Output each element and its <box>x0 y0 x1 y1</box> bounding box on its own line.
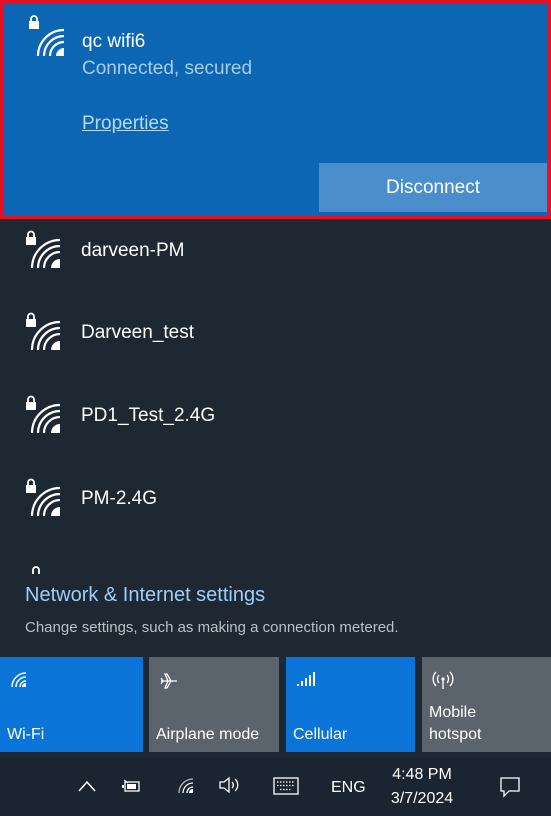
wifi-signal-icon <box>34 26 68 60</box>
clock-time: 4:48 PM <box>392 766 452 783</box>
hotspot-label-line1: Mobile <box>429 704 477 721</box>
wifi-icon <box>10 671 28 694</box>
secured-wifi-icon <box>22 312 66 357</box>
network-list-item[interactable]: darveen-PM <box>0 220 551 284</box>
keyboard-icon[interactable] <box>273 777 299 800</box>
network-list-item[interactable]: Darveen_test <box>0 302 551 366</box>
wifi-icon[interactable] <box>177 777 195 800</box>
mobile-hotspot-tile[interactable]: Mobile hotspot <box>422 657 551 752</box>
connected-network-card[interactable]: qc wifi6 Connected, secured Properties D… <box>0 0 551 219</box>
network-list-item[interactable]: PM-2.4G <box>0 468 551 532</box>
cellular-tile-label: Cellular <box>293 726 348 743</box>
connected-network-name: qc wifi6 <box>82 31 146 52</box>
disconnect-button[interactable]: Disconnect <box>319 163 547 212</box>
network-name: PM-2.4G <box>81 488 158 509</box>
clock[interactable]: 4:48 PM 3/7/2024 <box>387 763 457 811</box>
hotspot-icon <box>432 671 454 696</box>
network-name: Darveen_test <box>81 322 195 343</box>
network-name: darveen-PM <box>81 240 185 261</box>
clock-date: 3/7/2024 <box>390 790 454 807</box>
properties-link[interactable]: Properties <box>82 113 169 135</box>
input-language-indicator[interactable]: ENG <box>331 779 366 797</box>
network-settings-link[interactable]: Network & Internet settings <box>25 584 265 607</box>
chevron-up-icon[interactable] <box>78 779 96 797</box>
airplane-mode-tile[interactable]: Airplane mode <box>149 657 279 752</box>
cellular-signal-icon <box>296 671 316 692</box>
volume-icon[interactable] <box>218 776 240 799</box>
network-settings-description: Change settings, such as making a connec… <box>25 619 399 636</box>
network-name: PD1_Test_2.4G <box>81 405 216 426</box>
taskbar: ENG 4:48 PM 3/7/2024 <box>0 757 551 816</box>
airplane-tile-label: Airplane mode <box>156 726 260 743</box>
network-list-item[interactable]: PD1_Test_2.4G <box>0 385 551 449</box>
network-flyout: qc wifi6 Connected, secured Properties D… <box>0 0 551 816</box>
battery-icon[interactable] <box>122 779 142 798</box>
secured-wifi-icon <box>22 478 66 523</box>
secured-wifi-icon <box>22 395 66 440</box>
airplane-icon <box>159 671 179 696</box>
cellular-tile[interactable]: Cellular <box>286 657 415 752</box>
wifi-tile-label: Wi-Fi <box>7 726 45 743</box>
lock-icon <box>31 561 41 579</box>
action-center-icon[interactable] <box>499 776 521 803</box>
wifi-toggle-tile[interactable]: Wi-Fi <box>0 657 143 752</box>
secured-wifi-icon <box>22 230 66 275</box>
hotspot-tile-label: Mobile hotspot <box>429 702 481 746</box>
connected-network-status: Connected, secured <box>82 58 253 79</box>
hotspot-label-line2: hotspot <box>429 726 482 743</box>
